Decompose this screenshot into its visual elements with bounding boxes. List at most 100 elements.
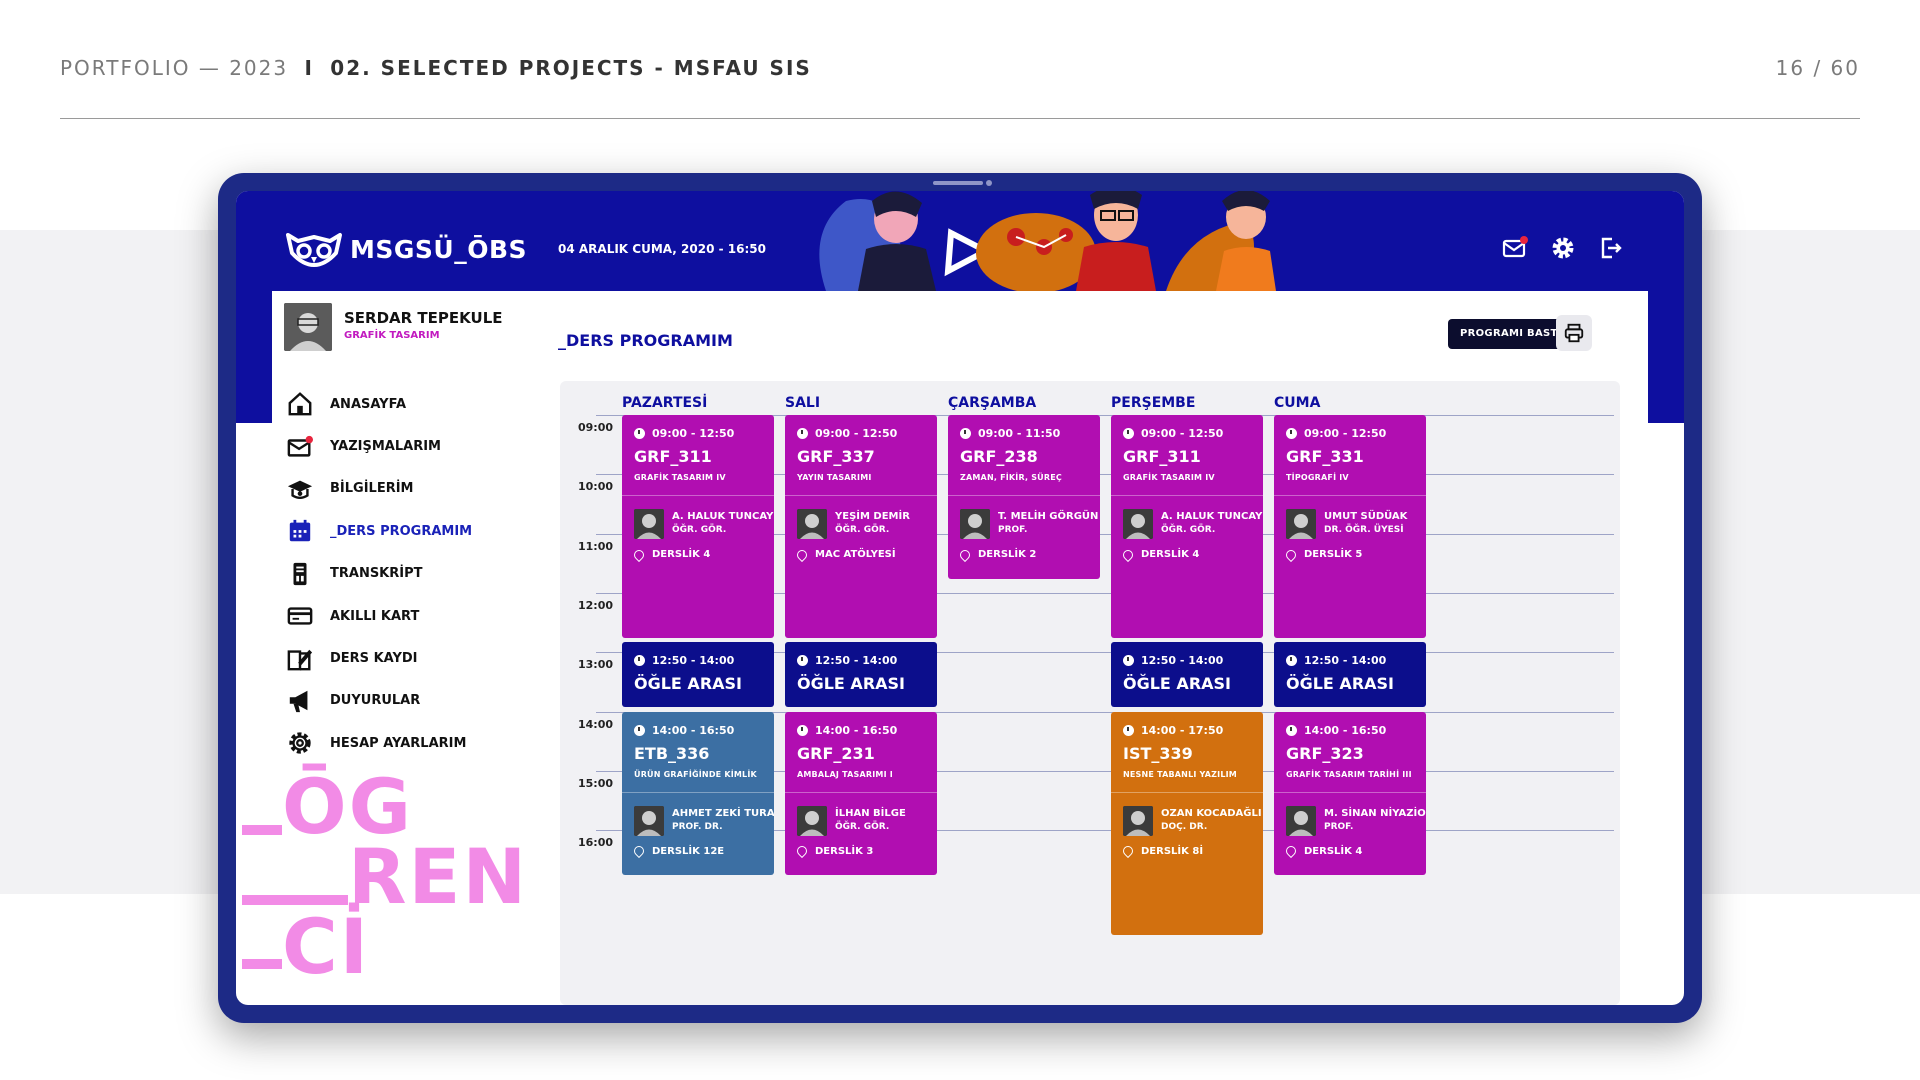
teacher-title: ÖĞR. GÖR. [672,525,727,535]
graduation-cap-icon [286,475,314,503]
logout-icon[interactable] [1598,235,1624,261]
teacher-title: ÖĞR. GÖR. [1161,525,1216,535]
clock-icon [1123,428,1134,439]
decor-line-2: REN [348,832,529,921]
location-pin-icon [1120,547,1136,562]
tablet-mockup: MSGSÜ_ŌBS 04 ARALIK CUMA, 2020 - 16:50 S… [218,173,1702,1023]
students-illustration [819,191,1276,291]
clock-icon [960,428,971,439]
tablet-notch [933,181,983,185]
sidebar-item-bilgilerim[interactable]: BİLGİLERİM [286,468,486,510]
portfolio-label: PORTFOLIO — 2023 [60,56,289,80]
sidebar-item-label: ANASAYFA [330,396,407,412]
messages-icon[interactable] [1502,235,1528,261]
teacher-title: DR. ÖĞR. ÜYESİ [1324,525,1404,535]
course-block[interactable]: 14:00 - 16:50 GRF_323 GRAFİK TASARIM TARİH… [1274,711,1426,876]
teacher-name: A. HALUK TUNCAY [672,511,774,522]
hour-label: 14:00 [578,717,614,731]
app-screen: MSGSÜ_ŌBS 04 ARALIK CUMA, 2020 - 16:50 S… [236,191,1684,1005]
classroom: DERSLİK 5 [1283,547,1362,562]
avatar [284,303,332,351]
time-range: 12:50 - 14:00 [652,654,735,668]
calendar-icon [286,517,314,545]
course-time: 09:00 - 12:50 [634,427,734,440]
gear-icon[interactable] [1550,235,1576,261]
course-code: GRF_311 [634,447,712,466]
course-block[interactable]: 09:00 - 11:50 GRF_238 ZAMAN, FİKİR, SÜREÇ T… [948,415,1100,579]
room-label: DERSLİK 8İ [1141,845,1204,857]
course-code: IST_339 [1123,743,1193,763]
course-time: 12:50 - 14:00 [1123,654,1223,667]
sidebar-item-akilli-kart[interactable]: AKILLI KART [286,595,486,637]
classroom: DERSLİK 8İ [1120,843,1204,859]
course-code: GRF_331 [1286,447,1364,466]
lunch-break-block[interactable]: 12:50 - 14:00 ÖĞLE ARASI [1111,642,1263,708]
teacher-title: ÖĞR. GÖR. [835,525,890,535]
app-logo[interactable]: MSGSÜ_ŌBS [284,227,527,271]
lunch-break-block[interactable]: 12:50 - 14:00 ÖĞLE ARASI [1274,642,1426,708]
sidebar-item-ders-programim[interactable]: _DERS PROGRAMIM [286,510,486,552]
teacher-title: PROF. [1324,821,1354,832]
printer-icon[interactable] [1556,315,1592,351]
sidebar-item-transkript[interactable]: TRANSKRİPT [286,553,486,595]
course-block[interactable]: 14:00 - 17:50 IST_339 NESNE TABANLI YAZILI… [1111,711,1263,935]
sidebar-item-duyurular[interactable]: DUYURULAR [286,680,486,722]
decor-bar [242,959,282,969]
room-label: DERSLİK 4 [1141,549,1200,560]
course-block[interactable]: 09:00 - 12:50 GRF_311 GRAFİK TASARIM IV A. … [622,415,774,639]
course-block[interactable]: 14:00 - 16:50 GRF_231 AMBALAJ TASARIMI I İL… [785,711,937,876]
hour-label: 13:00 [578,658,614,672]
course-block[interactable]: 14:00 - 16:50 ETB_336 ÜRÜN GRAFİĞİNDE KİML… [622,711,774,876]
lunch-break-block[interactable]: 12:50 - 14:00 ÖĞLE ARASI [622,642,774,708]
course-name: GRAFİK TASARIM IV [1123,473,1215,482]
logo-text: MSGSÜ_ŌBS [350,234,528,264]
course-block[interactable]: 09:00 - 12:50 GRF_337 YAYIN TASARIMI YEŞİM … [785,415,937,639]
sidebar-item-yazismalarim[interactable]: YAZIŞMALARIM [286,425,486,467]
time-range: 14:00 - 16:50 [1304,723,1387,737]
classroom: DERSLİK 4 [1120,547,1200,562]
user-profile[interactable]: SERDAR TEPEKULE GRAFİK TASARIM [284,303,503,351]
day-header: SALI [785,395,821,411]
lunch-break-block[interactable]: 12:50 - 14:00 ÖĞLE ARASI [785,642,937,708]
sidebar-item-label: TRANSKRİPT [330,566,423,582]
tablet-camera [986,180,992,186]
hour-label: 10:00 [578,480,614,494]
clock-icon [797,655,808,667]
course-code: ÖĞLE ARASI [797,674,905,694]
course-code: GRF_238 [960,447,1038,466]
location-pin-icon [957,547,973,562]
page-title: _DERS PROGRAMIM [558,331,733,350]
course-name: TİPOGRAFİ IV [1286,473,1349,482]
block-divider [1111,495,1263,496]
day-header: CUMA [1274,395,1321,411]
teacher-avatar [797,805,827,836]
sidebar-item-label: _DERS PROGRAMIM [330,523,473,539]
location-pin-icon [1120,843,1136,859]
room-label: DERSLİK 4 [652,549,711,560]
block-divider [1274,791,1426,793]
transcript-icon [286,560,314,588]
sidebar-item-hesap-ayarlarim[interactable]: HESAP AYARLARIM [286,722,486,764]
clock-icon [634,724,645,736]
sidebar-item-ders-kaydi[interactable]: DERS KAYDI [286,637,486,679]
clock-icon [1286,428,1297,439]
room-label: DERSLİK 12E [652,845,725,857]
day-header: ÇARŞAMBA [948,395,1037,411]
course-code: ÖĞLE ARASI [1286,674,1394,694]
weekly-schedule: PAZARTESİ SALI ÇARŞAMBA PERŞEMBE CUMA 09:00 10… [560,381,1620,1005]
course-time: 09:00 - 12:50 [1286,427,1386,440]
clock-icon [1286,655,1297,667]
course-block[interactable]: 09:00 - 12:50 GRF_311 GRAFİK TASARIM IV A. … [1111,415,1263,639]
day-header: PERŞEMBE [1111,395,1196,411]
location-pin-icon [1283,547,1299,562]
course-name: NESNE TABANLI YAZILIM [1123,769,1237,779]
course-register-icon [286,645,314,673]
teacher-title: PROF. DR. [672,821,723,832]
sidebar-item-label: HESAP AYARLARIM [330,735,467,751]
course-block[interactable]: 09:00 - 12:50 GRF_331 TİPOGRAFİ IV UMUT SÜD… [1274,415,1426,639]
course-code: GRF_231 [797,743,875,763]
time-range: 09:00 - 12:50 [815,427,898,440]
course-name: GRAFİK TASARIM IV [634,473,726,482]
sidebar-item-anasayfa[interactable]: ANASAYFA [286,383,486,425]
mail-icon [286,433,314,461]
